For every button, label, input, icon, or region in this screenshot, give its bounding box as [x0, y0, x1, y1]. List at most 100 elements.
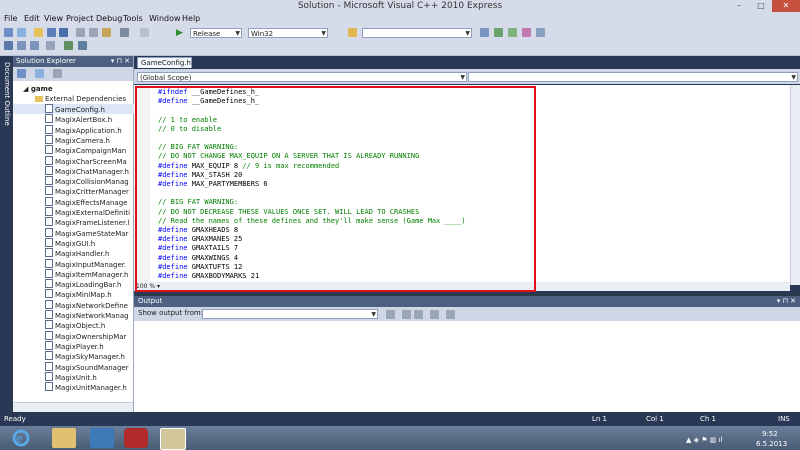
code-line: #define GMAXWINGS 4: [158, 253, 239, 262]
undo-icon[interactable]: [120, 28, 129, 37]
outdent-icon[interactable]: [78, 41, 87, 50]
file-name: MagixCamera.h: [55, 136, 110, 145]
header-file-icon: [45, 340, 53, 350]
file-name: MagixCampaignMan: [55, 147, 127, 156]
properties-icon[interactable]: [17, 69, 26, 78]
file-name: MagixFrameListener.l: [55, 219, 130, 228]
code-line: #define GMAXTAILS 7: [158, 244, 239, 253]
header-file-icon: [45, 227, 53, 237]
tree-project-node[interactable]: ◢ game: [13, 84, 143, 94]
extension-icon[interactable]: [536, 28, 545, 37]
ie-icon[interactable]: e: [10, 428, 34, 448]
tray-icons[interactable]: ▲ ◈ ⚑ ▥ ıl: [686, 436, 722, 444]
menu-window[interactable]: Window: [149, 14, 181, 23]
open-file-icon[interactable]: [34, 28, 43, 37]
menu-help[interactable]: Help: [182, 14, 200, 23]
copy-icon[interactable]: [89, 28, 98, 37]
expand-arrow-icon[interactable]: ◢: [23, 85, 28, 93]
find-combo[interactable]: ▼: [362, 28, 472, 38]
file-name: MagixMiniMap.h: [55, 291, 112, 300]
properties-icon[interactable]: [494, 28, 503, 37]
header-file-icon: [45, 186, 53, 196]
solution-explorer-header: Solution Explorer ▾ ⊓ ✕: [13, 56, 133, 67]
indent-icon[interactable]: [64, 41, 73, 50]
uncomment-icon[interactable]: [17, 41, 26, 50]
menu-view[interactable]: View: [44, 14, 63, 23]
find-message-icon[interactable]: [386, 310, 395, 319]
bookmark-icon[interactable]: [30, 41, 39, 50]
menu-file[interactable]: File: [4, 14, 17, 23]
header-file-icon: [45, 248, 53, 258]
tray-date: 6.5.2013: [756, 440, 788, 448]
svg-text:e: e: [16, 432, 23, 445]
next-message-icon[interactable]: [414, 310, 423, 319]
save-all-icon[interactable]: [59, 28, 68, 37]
paste-icon[interactable]: [102, 28, 111, 37]
app-icon[interactable]: [90, 428, 114, 448]
power-app-icon[interactable]: [124, 428, 148, 448]
menu-debug[interactable]: Debug: [96, 14, 122, 23]
find-in-files-icon[interactable]: [348, 28, 357, 37]
prev-message-icon[interactable]: [402, 310, 411, 319]
quick-info-icon[interactable]: [46, 41, 55, 50]
solution-configuration-select[interactable]: Release ▼: [190, 28, 242, 38]
code-line: #define GMAXBODYMARKS 21: [158, 272, 260, 280]
file-name: MagixGUI.h: [55, 239, 96, 248]
window-title: Solution - Microsoft Visual C++ 2010 Exp…: [297, 1, 503, 11]
comment-icon[interactable]: [4, 41, 13, 50]
header-file-icon: [45, 351, 53, 361]
header-file-icon: [45, 371, 53, 381]
file-name: MagixEffectsManage: [55, 198, 128, 207]
toolbox-icon[interactable]: [508, 28, 517, 37]
horizontal-scrollbar[interactable]: [13, 402, 133, 412]
file-name: MagixApplication.h: [55, 126, 122, 135]
menu-edit[interactable]: Edit: [24, 14, 40, 23]
code-line: // 1 to enable: [158, 115, 218, 124]
file-name: GameConfig.h: [55, 106, 105, 114]
menu-project[interactable]: Project: [66, 14, 93, 23]
show-all-files-icon[interactable]: [35, 69, 44, 78]
visual-studio-taskbar-icon[interactable]: [160, 428, 186, 450]
menu-tools[interactable]: Tools: [123, 14, 143, 23]
save-icon[interactable]: [47, 28, 56, 37]
solution-platform-select[interactable]: Win32 ▼: [248, 28, 328, 38]
close-button[interactable]: ✕: [772, 0, 800, 12]
class-view-icon[interactable]: [522, 28, 531, 37]
file-name: MagixObject.h: [55, 322, 106, 331]
maximize-button[interactable]: □: [750, 0, 772, 12]
tray-time: 9:52: [762, 430, 778, 438]
vertical-scrollbar[interactable]: [790, 85, 800, 285]
code-line: #define MAX_STASH 20: [158, 170, 243, 179]
tab-gameconfig[interactable]: GameConfig.h ✕: [137, 57, 192, 78]
cut-icon[interactable]: [76, 28, 85, 37]
add-item-icon[interactable]: [17, 28, 26, 37]
header-file-icon: [45, 382, 53, 392]
output-panel: Output ▾ ⊓ ✕ Show output from: ▼: [134, 296, 800, 412]
header-file-icon: [45, 299, 53, 309]
refresh-icon[interactable]: [53, 69, 62, 78]
start-debugging-icon[interactable]: ▶: [176, 28, 183, 38]
document-outline-label: Document Outline: [3, 62, 11, 126]
redo-icon[interactable]: [140, 28, 149, 37]
document-outline-tab[interactable]: Document Outline: [0, 56, 12, 412]
file-explorer-icon[interactable]: [52, 428, 76, 448]
panel-controls-icon[interactable]: ▾ ⊓ ✕: [777, 296, 796, 307]
clear-all-icon[interactable]: [430, 310, 439, 319]
panel-controls-icon[interactable]: ▾ ⊓ ✕: [111, 56, 130, 67]
member-select[interactable]: ▼: [468, 72, 798, 82]
new-project-icon[interactable]: [4, 28, 13, 37]
minimize-button[interactable]: –: [728, 0, 750, 12]
scope-select[interactable]: (Global Scope) ▼: [137, 72, 467, 82]
file-name: MagixOwnershipMar: [55, 332, 127, 341]
folder-icon: [35, 96, 43, 102]
solution-explorer-toolbar: [13, 67, 133, 81]
code-line: #define MAX_EQUIP 8 // 9 is max recommen…: [158, 161, 340, 170]
word-wrap-icon[interactable]: [446, 310, 455, 319]
status-bar: Ready Ln 1 Col 1 Ch 1 INS: [0, 413, 800, 426]
project-name: game: [30, 85, 53, 93]
file-name: MagixAlertBox.h: [55, 116, 113, 125]
code-line: #define __GameDefines_h_: [158, 97, 260, 106]
solution-explorer-icon[interactable]: [480, 28, 489, 37]
output-source-select[interactable]: ▼: [202, 309, 378, 319]
code-line: #define MAX_PARTYMEMBERS 6: [158, 180, 268, 188]
